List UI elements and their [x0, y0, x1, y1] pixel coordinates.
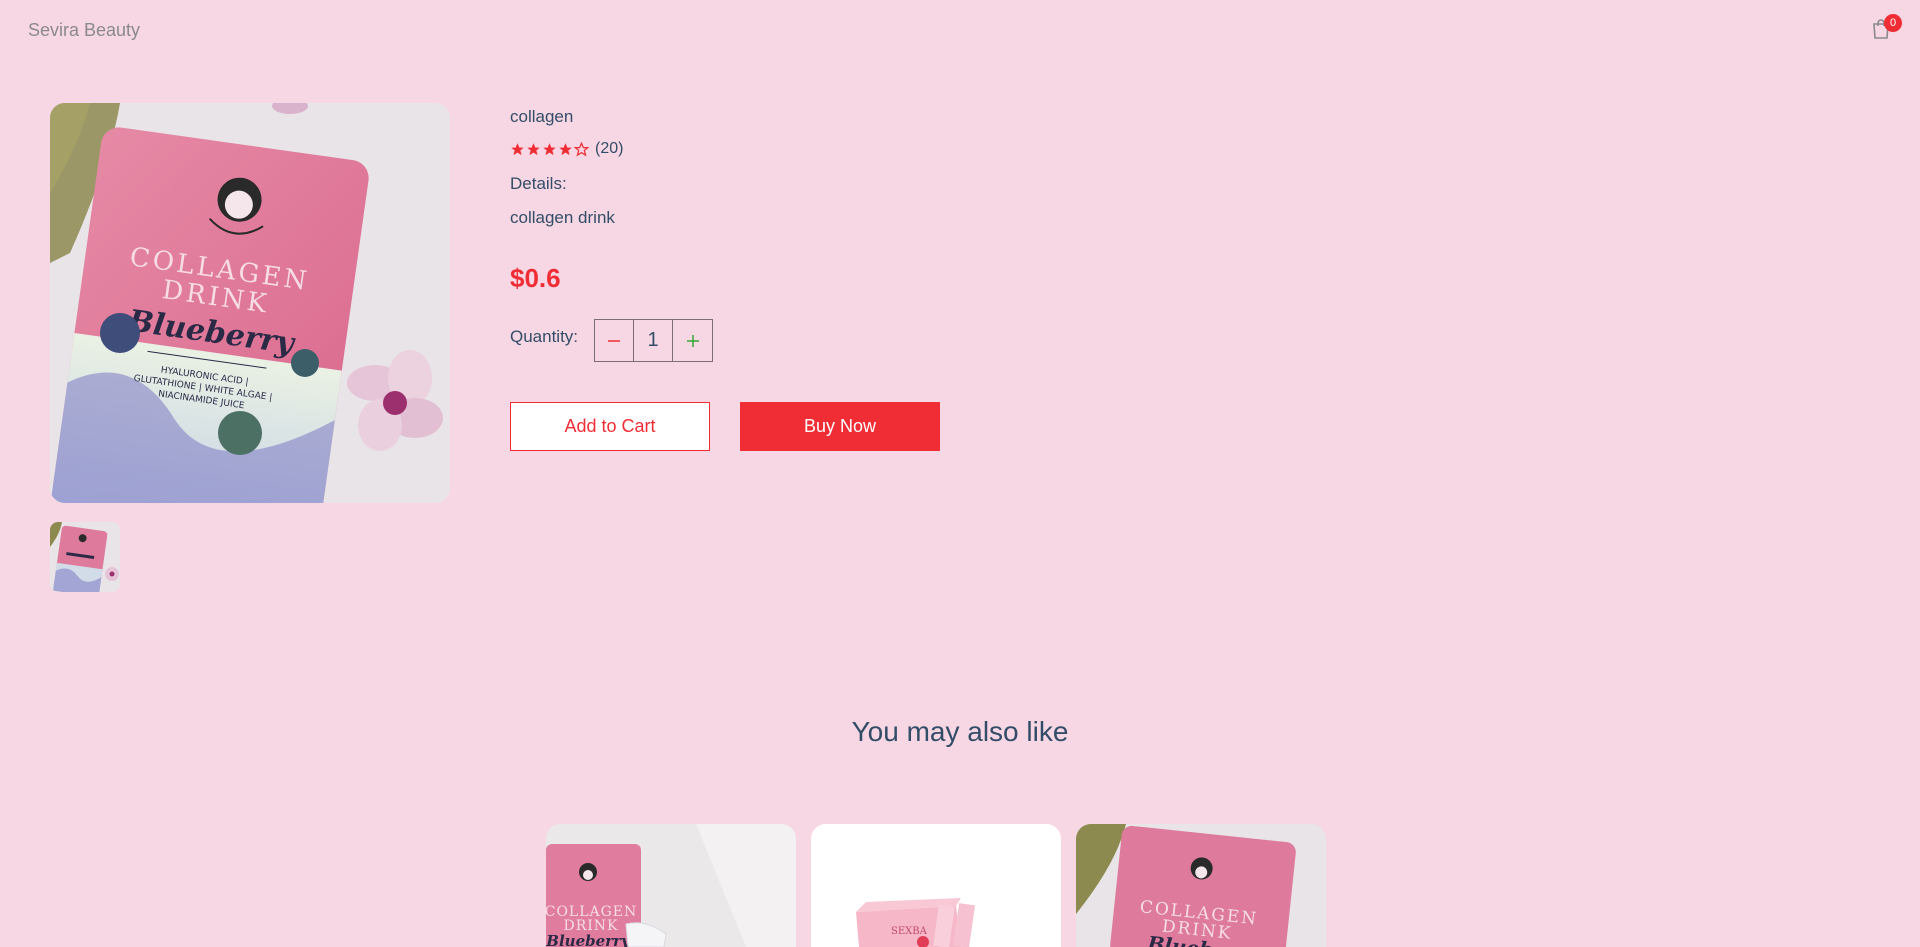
store-logo[interactable]: Sevira Beauty: [28, 20, 140, 41]
recommended-product-card[interactable]: SEXBA: [811, 824, 1061, 947]
star-filled-icon: [527, 142, 540, 155]
cart-count-badge: 0: [1884, 14, 1902, 32]
review-count: (20): [595, 140, 624, 157]
star-filled-icon: [511, 142, 524, 155]
svg-text:Blueberry: Blueberry: [546, 932, 631, 947]
navbar: Sevira Beauty 0: [0, 0, 1920, 60]
minus-icon: [608, 339, 620, 342]
product-main-image: COLLAGEN DRINK Blueberry HYALURONIC ACID…: [50, 103, 450, 503]
increase-quantity-button[interactable]: [673, 320, 712, 361]
product-thumbnail[interactable]: [50, 522, 120, 592]
quantity-label: Quantity:: [510, 327, 579, 346]
decrease-quantity-button[interactable]: [595, 320, 634, 361]
details-description: collagen drink: [510, 208, 615, 227]
svg-text:SEXBA: SEXBA: [891, 926, 928, 937]
add-to-cart-button[interactable]: Add to Cart: [510, 402, 710, 451]
star-filled-icon: [559, 142, 572, 155]
star-rating: [510, 141, 589, 157]
quantity-stepper: 1: [594, 319, 713, 362]
buy-now-button[interactable]: Buy Now: [740, 402, 940, 451]
recommended-product-card[interactable]: COLLAGEN DRINK Blueberry: [546, 824, 796, 947]
star-filled-icon: [543, 142, 556, 155]
quantity-value: 1: [634, 320, 673, 361]
recommended-product-card[interactable]: COLLAGEN DRINK Blueb: [1076, 824, 1326, 947]
product-reviews: (20): [510, 140, 623, 158]
recommendations-heading: You may also like: [851, 716, 1069, 747]
cart-button[interactable]: 0: [1866, 14, 1902, 46]
details-heading: Details:: [510, 174, 567, 193]
plus-icon: [686, 334, 699, 347]
product-title: collagen: [510, 107, 574, 126]
star-empty-icon: [574, 141, 589, 156]
product-price: $0.6: [510, 263, 561, 293]
